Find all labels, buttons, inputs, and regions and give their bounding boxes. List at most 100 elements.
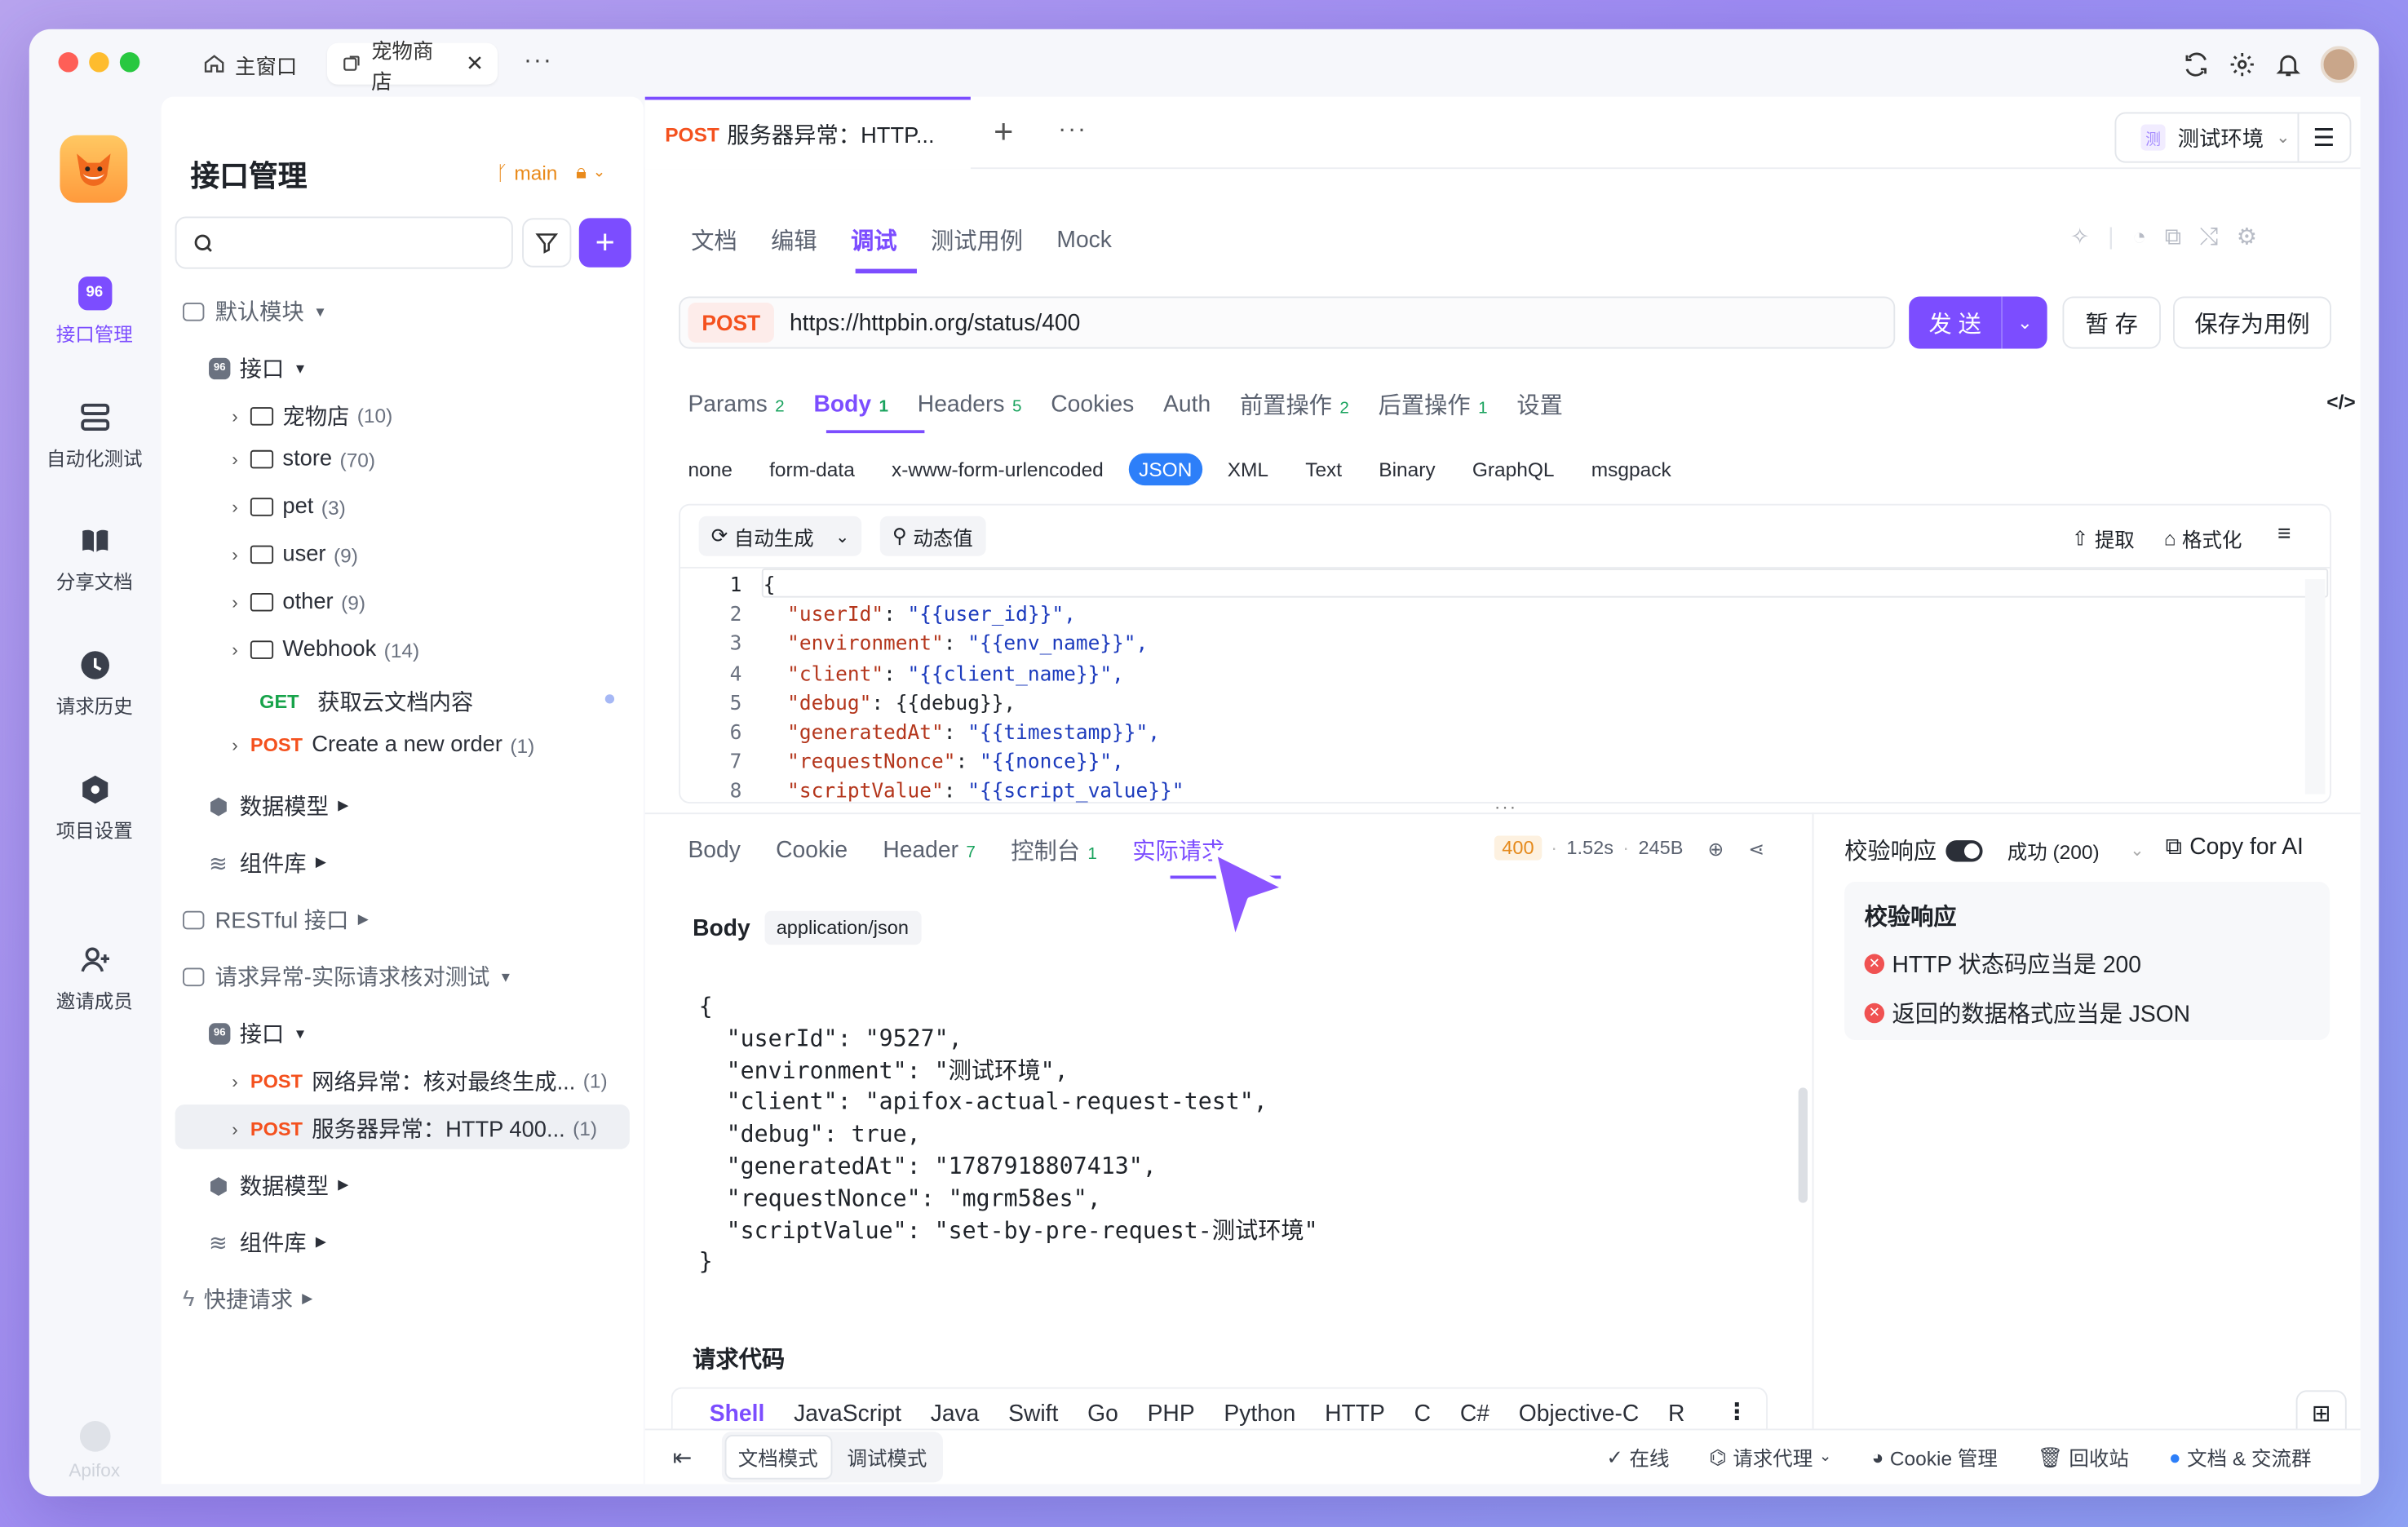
tab-pre-ops[interactable]: 前置操作 2: [1240, 388, 1349, 421]
auto-generate-button[interactable]: ⟳ 自动生成 ⌄: [698, 516, 862, 556]
tree-endpoint-server-error[interactable]: › POST 服务器异常：HTTP 400... (1): [232, 1113, 597, 1145]
send-options-icon[interactable]: ⌄: [2003, 312, 2047, 333]
lang-tab[interactable]: PHP: [1148, 1401, 1195, 1427]
doc-tab-active[interactable]: POST 服务器异常：HTTP...: [644, 96, 971, 170]
body-type-form-data[interactable]: form-data: [769, 458, 855, 480]
format-button[interactable]: ⌂ 格式化: [2164, 524, 2242, 553]
environment-selector[interactable]: 测 测试环境 ⌄ ☰: [2114, 112, 2352, 163]
lang-tab[interactable]: Java: [931, 1401, 980, 1427]
tree-endpoint-network-error[interactable]: › POST 网络异常：核对最终生成... (1): [232, 1064, 607, 1097]
tab-doc[interactable]: 文档: [691, 224, 737, 257]
chart-icon[interactable]: ◔: [2132, 224, 2146, 250]
tab-debug[interactable]: 调试: [851, 224, 897, 257]
method-selector[interactable]: POST: [688, 303, 775, 343]
save-draft-button[interactable]: 暂 存: [2062, 296, 2161, 349]
json-editor[interactable]: ⟳ 自动生成 ⌄ ⚲ 动态值 ⇧ 提取 ⌂ 格式化 ≡ 1{2 "userId": "{…: [679, 503, 2331, 804]
tab-auth[interactable]: Auth: [1163, 392, 1211, 418]
tab-edit[interactable]: 编辑: [771, 224, 817, 257]
settings-icon[interactable]: [2229, 51, 2256, 78]
rail-item-api-management[interactable]: 96 接口管理: [29, 276, 160, 347]
tab-settings[interactable]: 设置: [1516, 388, 1563, 421]
debug-mode-button[interactable]: 调试模式: [834, 1436, 939, 1478]
extract-button[interactable]: ⇧ 提取: [2072, 524, 2135, 553]
tab-console[interactable]: 控制台 1: [1011, 834, 1097, 867]
lang-tab[interactable]: Shell: [710, 1401, 765, 1427]
sync-icon[interactable]: [2182, 51, 2210, 78]
tree-components-2[interactable]: ≋ 组件库 ▶: [209, 1226, 326, 1259]
tab-headers[interactable]: Headers 5: [918, 392, 1022, 418]
tree-restful[interactable]: RESTful 接口 ▶: [183, 903, 369, 936]
validate-switch[interactable]: [1945, 839, 1983, 861]
lang-tab[interactable]: Python: [1224, 1401, 1295, 1427]
tab-post-ops[interactable]: 后置操作 1: [1379, 388, 1488, 421]
tab-resp-header[interactable]: Header 7: [883, 837, 976, 863]
share-icon[interactable]: ⤭: [2200, 224, 2219, 250]
online-status[interactable]: ✓ 在线: [1606, 1442, 1669, 1472]
share-icon[interactable]: ⋖: [1748, 836, 1764, 859]
more-icon[interactable]: ···: [1058, 117, 1087, 144]
body-type-binary[interactable]: Binary: [1379, 458, 1435, 480]
copy-for-ai-button[interactable]: ⧉ Copy for AI: [2166, 834, 2304, 861]
tree-folder-user[interactable]: › user (9): [232, 542, 358, 567]
close-window-button[interactable]: [58, 52, 79, 73]
doc-mode-button[interactable]: 文档模式: [724, 1435, 832, 1480]
lang-tab[interactable]: HTTP: [1325, 1401, 1385, 1427]
tree-quick-request[interactable]: ϟ 快捷请求 ▶: [183, 1283, 312, 1316]
tab-resp-body[interactable]: Body: [688, 837, 740, 863]
body-type-urlencoded[interactable]: x-www-form-urlencoded: [892, 458, 1104, 480]
docs-community[interactable]: ● 文档 & 交流群: [2169, 1442, 2312, 1472]
tree-exception-module[interactable]: 请求异常-实际请求核对测试 ▼: [183, 960, 512, 993]
minimize-window-button[interactable]: [89, 52, 109, 73]
tree-folder-pet-store[interactable]: › 宠物店 (10): [232, 400, 392, 432]
dynamic-value-button[interactable]: ⚲ 动态值: [879, 516, 985, 556]
body-type-xml[interactable]: XML: [1228, 458, 1268, 480]
wrap-icon[interactable]: ≡: [2277, 520, 2291, 547]
rail-item-automation[interactable]: 自动化测试: [29, 401, 160, 472]
tree-default-module[interactable]: 默认模块 ▼: [183, 295, 327, 328]
proxy-selector[interactable]: ⌬ 请求代理 ⌄: [1709, 1442, 1831, 1472]
tree-folder-api-2[interactable]: 96 接口 ▼: [209, 1017, 307, 1050]
avatar[interactable]: [2320, 46, 2357, 83]
url-input[interactable]: https://httpbin.org/status/400: [790, 309, 1080, 335]
body-type-json[interactable]: JSON: [1127, 453, 1203, 486]
body-type-text[interactable]: Text: [1305, 458, 1342, 480]
tree-data-models-2[interactable]: ⬢ 数据模型 ▶: [209, 1169, 348, 1202]
tab-body[interactable]: Body 1: [813, 392, 888, 418]
branch-selector[interactable]: ᚴ main 🔒︎ ⌄: [496, 160, 605, 184]
more-tabs-icon[interactable]: ···: [524, 47, 553, 75]
copy-icon[interactable]: ⧉: [2165, 224, 2181, 250]
lang-tab[interactable]: C: [1414, 1401, 1431, 1427]
bell-icon[interactable]: [2274, 51, 2302, 78]
more-langs-icon[interactable]: ⋮: [1714, 1397, 1760, 1432]
tree-endpoint-create-order[interactable]: › POST Create a new order (1): [232, 733, 534, 757]
gear-icon[interactable]: ⚙: [2237, 223, 2257, 250]
body-type-graphql[interactable]: GraphQL: [1472, 458, 1555, 480]
tree-folder-store[interactable]: › store (70): [232, 447, 375, 471]
tree-endpoint-get-doc[interactable]: GET 获取云文档内容: [259, 685, 473, 718]
rail-item-project-settings[interactable]: 项目设置: [29, 772, 160, 843]
tab-resp-cookie[interactable]: Cookie: [776, 837, 848, 863]
tree-folder-pet[interactable]: › pet (3): [232, 494, 345, 519]
url-bar[interactable]: POST https://httpbin.org/status/400: [679, 296, 1896, 349]
tab-test-cases[interactable]: 测试用例: [931, 224, 1023, 257]
add-button[interactable]: +: [578, 218, 631, 268]
lang-tab[interactable]: C#: [1460, 1401, 1490, 1427]
tab-params[interactable]: Params 2: [688, 392, 784, 418]
tab-cookies[interactable]: Cookies: [1051, 392, 1134, 418]
editor-scrollbar[interactable]: [2304, 579, 2326, 794]
tab-mock[interactable]: Mock: [1056, 228, 1111, 254]
save-as-case-button[interactable]: 保存为用例: [2173, 296, 2331, 349]
lang-tab[interactable]: R: [1668, 1401, 1684, 1427]
tree-folder-webhook[interactable]: › Webhook (14): [232, 638, 419, 662]
tree-components[interactable]: ≋ 组件库 ▶: [209, 847, 326, 879]
cookie-manager[interactable]: ◕ Cookie 管理: [1872, 1442, 1998, 1472]
rail-item-share-docs[interactable]: 分享文档: [29, 524, 160, 595]
lang-tab[interactable]: JavaScript: [794, 1401, 901, 1427]
tree-folder-other[interactable]: › other (9): [232, 590, 365, 614]
tree-folder-api[interactable]: 96 接口 ▼: [209, 352, 307, 384]
collapse-sidebar-icon[interactable]: ⇤: [673, 1443, 693, 1471]
send-button[interactable]: 发 送: [1909, 307, 2001, 339]
globe-icon[interactable]: ⊕: [1708, 836, 1724, 859]
filter-button[interactable]: [522, 218, 572, 268]
body-type-none[interactable]: none: [688, 458, 732, 480]
